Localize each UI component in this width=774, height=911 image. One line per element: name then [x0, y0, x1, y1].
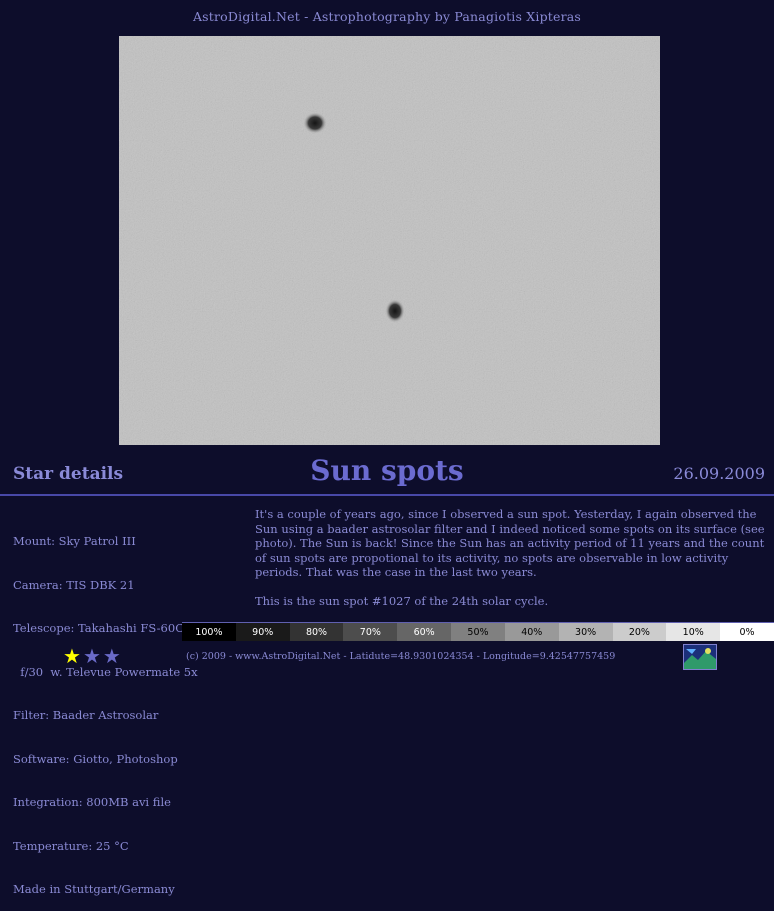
photo-date: 26.09.2009 — [673, 464, 765, 483]
gray-scale-cell: 60% — [397, 623, 452, 641]
photo-description: It's a couple of years ago, since I obse… — [255, 507, 765, 623]
detail-filter: Filter: Baader Astrosolar — [13, 708, 159, 722]
site-title: AstroDigital.Net - Astrophotography by P… — [192, 9, 582, 24]
divider — [0, 494, 774, 496]
footer-text: (c) 2009 - www.AstroDigital.Net - Latidu… — [186, 651, 616, 662]
gray-scale-cell: 90% — [235, 623, 290, 641]
star-icon[interactable]: ★ — [83, 645, 101, 667]
gray-scale-cell: 20% — [612, 623, 667, 641]
gray-scale-cell: 80% — [289, 623, 344, 641]
star-icon[interactable]: ★ — [63, 645, 81, 667]
description-paragraph: It's a couple of years ago, since I obse… — [255, 507, 765, 579]
description-paragraph: This is the sun spot #1027 of the 24th s… — [255, 594, 549, 608]
sun-spots-photo — [119, 36, 660, 445]
gray-scale-bar: 100% 90% 80% 70% 60% 50% 40% 30% 20% 10% 0% — [182, 622, 774, 641]
gray-scale-cell: 100% — [182, 623, 236, 641]
astrodigital-logo-icon[interactable] — [683, 644, 717, 670]
detail-telescope: Telescope: Takahashi FS-60C — [13, 621, 184, 635]
detail-location: Made in Stuttgart/Germany — [13, 882, 175, 896]
detail-mount: Mount: Sky Patrol III — [13, 534, 136, 548]
logo-graphic — [684, 645, 716, 669]
gray-scale-cell: 30% — [558, 623, 613, 641]
detail-camera: Camera: TIS DBK 21 — [13, 577, 135, 592]
sunspot — [385, 299, 405, 323]
detail-temperature: Temperature: 25 °C — [13, 838, 129, 853]
photo-title: Sun spots — [310, 454, 464, 487]
detail-software: Software: Giotto, Photoshop — [13, 751, 178, 766]
detail-integration: Integration: 800MB avi file — [13, 795, 171, 809]
gray-scale-cell: 50% — [451, 623, 505, 641]
star-details-list: Mount: Sky Patrol III Camera: TIS DBK 21… — [13, 505, 198, 911]
rating-stars: ★ ★ ★ — [63, 645, 121, 667]
sunspot — [303, 112, 327, 134]
gray-scale-cell: 40% — [504, 623, 559, 641]
gray-scale-cell: 70% — [343, 623, 398, 641]
sun-surface-image — [119, 36, 660, 445]
star-icon[interactable]: ★ — [103, 645, 121, 667]
gray-scale-cell: 10% — [666, 623, 721, 641]
gray-scale-cell: 0% — [720, 623, 774, 641]
